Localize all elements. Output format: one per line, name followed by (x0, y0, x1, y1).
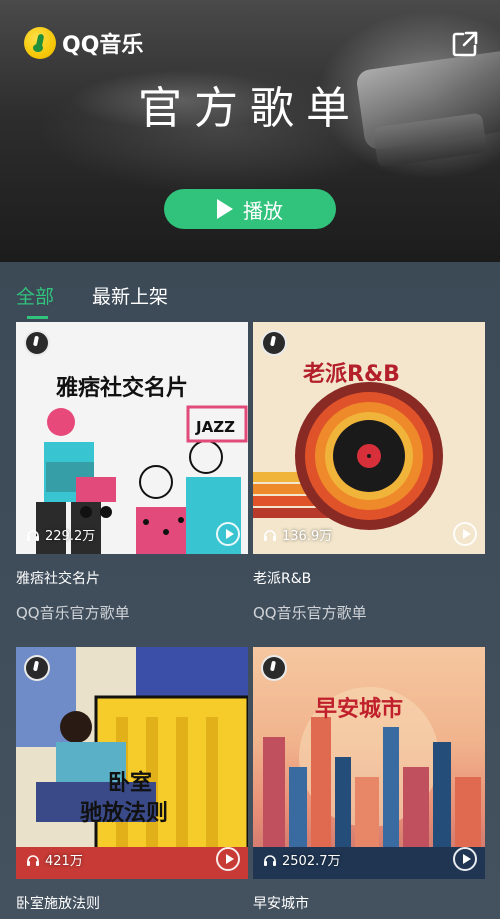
play-icon (217, 199, 233, 219)
playlist-title[interactable]: 雅痞社交名片 (16, 568, 248, 588)
playlist-title[interactable]: 老派R&B (253, 568, 485, 588)
qq-music-badge-icon (24, 655, 50, 681)
playlist-card[interactable]: 卧室 驰放法则 421万 卧室施放法则 (16, 647, 248, 913)
playlist-card[interactable]: 早安城市 2502.7万 早安城市 (253, 647, 485, 913)
playlist-cover[interactable]: 卧室 驰放法则 421万 (16, 647, 248, 879)
cover-illustration (16, 647, 248, 879)
playlist-cover[interactable]: 早安城市 2502.7万 (253, 647, 485, 879)
hero-banner: QQ音乐 官方歌单 播放 (0, 0, 500, 262)
playlist-title[interactable]: 卧室施放法则 (16, 893, 248, 913)
share-icon[interactable] (452, 31, 478, 57)
playlist-subtitle: QQ音乐官方歌单 (253, 604, 367, 622)
cover-illustration (16, 322, 248, 554)
qq-music-badge-icon (261, 330, 287, 356)
play-circle-icon[interactable] (453, 847, 477, 871)
play-circle-icon[interactable] (216, 522, 240, 546)
qq-music-badge-icon (24, 330, 50, 356)
cover-jazz-sign: JAZZ (196, 418, 235, 436)
playlist-cover[interactable]: 老派R&B 136.9万 (253, 322, 485, 554)
category-tabs: 全部 最新上架 (0, 262, 500, 319)
playlist-cover[interactable]: 雅痞社交名片 JAZZ 229.2万 (16, 322, 248, 554)
headphone-icon (27, 529, 39, 541)
active-tab-indicator (27, 316, 48, 319)
playlist-title[interactable]: 早安城市 (253, 893, 485, 913)
playlist-card[interactable]: 雅痞社交名片 JAZZ 229.2万 雅痞社交名片 QQ音乐官方歌单 (16, 322, 248, 623)
cover-title: 老派R&B (303, 362, 400, 387)
playlist-subtitle: QQ音乐官方歌单 (16, 604, 130, 622)
play-circle-icon[interactable] (453, 522, 477, 546)
page-title: 官方歌单 (138, 83, 362, 134)
play-count-value: 136.9万 (282, 529, 333, 544)
cover-title-line2: 驰放法则 (80, 801, 169, 826)
cover-title: 早安城市 (315, 697, 404, 722)
headphone-icon (264, 854, 276, 866)
play-count-value: 421万 (45, 854, 83, 869)
play-count-value: 229.2万 (45, 529, 96, 544)
play-all-button[interactable]: 播放 (164, 189, 336, 229)
tab-all[interactable]: 全部 (16, 282, 54, 309)
play-button-label: 播放 (243, 198, 283, 223)
play-count: 421万 (26, 850, 83, 869)
cover-illustration (253, 687, 485, 879)
qq-music-badge-icon (261, 655, 287, 681)
play-count-value: 2502.7万 (282, 854, 341, 869)
play-count: 229.2万 (26, 525, 95, 544)
play-count: 136.9万 (263, 525, 332, 544)
headphone-icon (264, 529, 276, 541)
play-count: 2502.7万 (263, 850, 341, 869)
app-logo[interactable]: QQ音乐 (24, 27, 143, 59)
tab-newest[interactable]: 最新上架 (92, 282, 168, 309)
page: QQ音乐 官方歌单 播放 全部 最新上架 雅痞社交名片 JAZZ 229.2万 … (0, 0, 500, 919)
playlist-card[interactable]: 老派R&B 136.9万 老派R&B QQ音乐官方歌单 (253, 322, 485, 623)
cover-title-line1: 卧室 (108, 771, 153, 796)
cover-title: 雅痞社交名片 (56, 376, 189, 401)
qq-music-logo-icon (24, 27, 56, 59)
headphone-icon (27, 854, 39, 866)
app-logo-text: QQ音乐 (62, 33, 144, 58)
play-circle-icon[interactable] (216, 847, 240, 871)
